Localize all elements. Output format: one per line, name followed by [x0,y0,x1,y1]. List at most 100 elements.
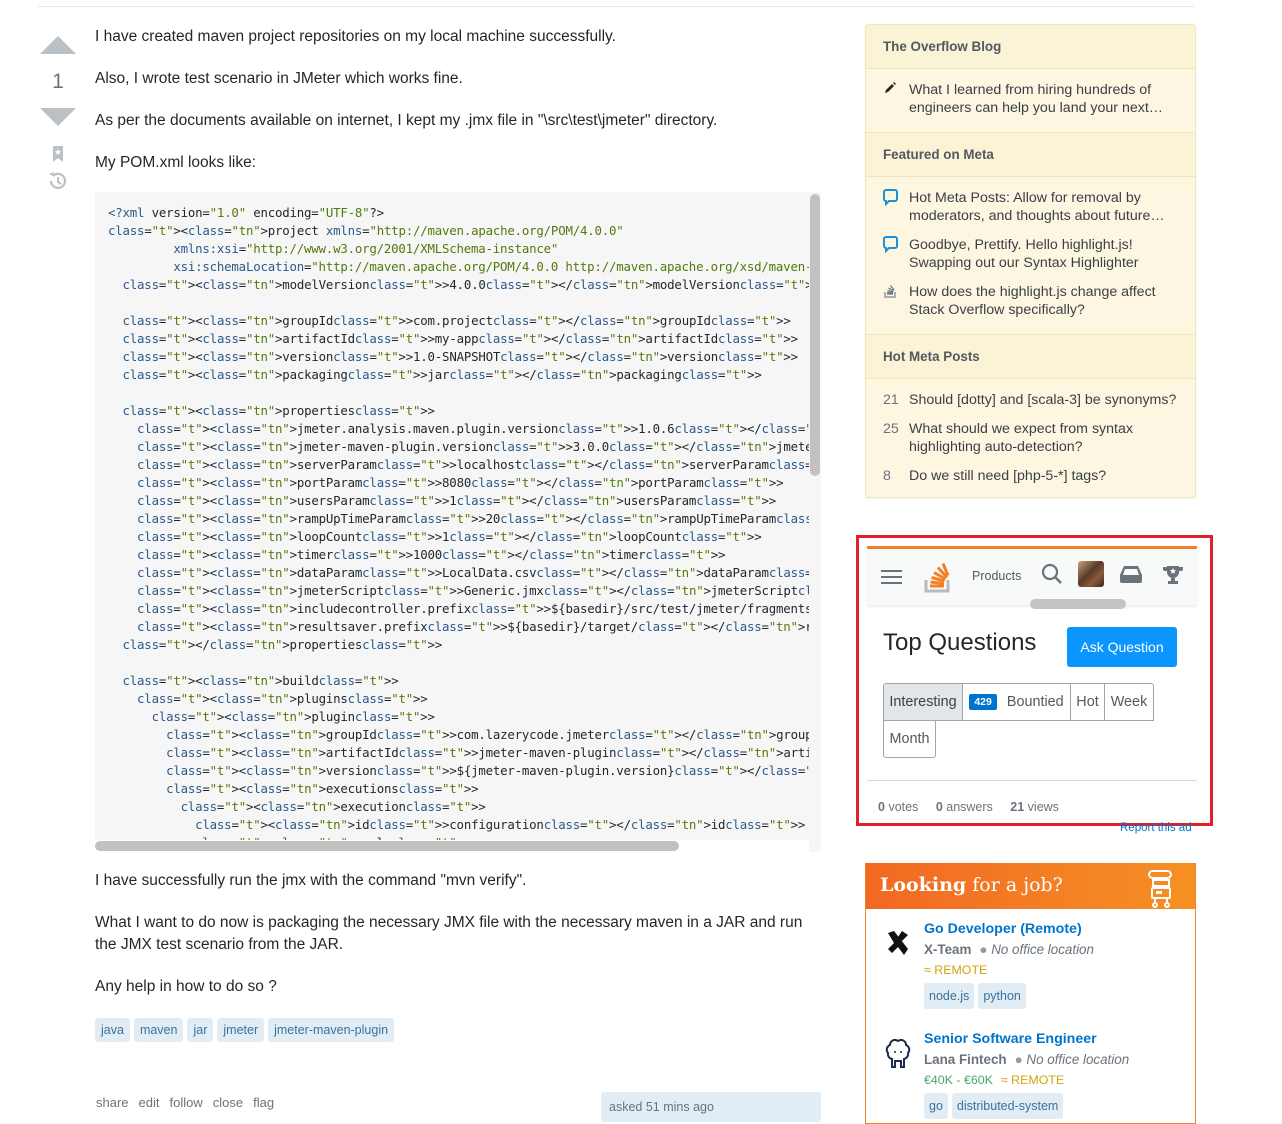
tab-interesting[interactable]: Interesting [883,683,963,721]
report-ad-link[interactable]: Report this ad [1120,822,1192,834]
tag[interactable]: jmeter [217,1018,265,1042]
scrollbar-thumb[interactable] [95,841,679,851]
robot-icon [1141,868,1181,908]
sidebar-item-link[interactable]: What should we expect from syntax highli… [909,420,1178,456]
downvote-button[interactable] [40,108,76,126]
tag[interactable]: maven [133,1018,184,1042]
bookmark-icon[interactable] [48,144,68,164]
paragraph: What I want to do now is packaging the n… [95,914,803,953]
tab-hot[interactable]: Hot [1070,683,1105,721]
tab-label: Interesting [889,694,957,710]
tag[interactable]: go [924,1093,948,1119]
sidebar-item[interactable]: Goodbye, Prettify. Hello highlight.js! S… [883,236,1178,272]
sidebar-item-link[interactable]: Goodbye, Prettify. Hello highlight.js! S… [909,236,1178,272]
sidebar-item[interactable]: 8 Do we still need [php-5-*] tags? [883,467,1178,485]
upvote-button[interactable] [40,36,76,54]
tag[interactable]: jar [187,1018,214,1042]
scrollbar-thumb[interactable] [810,194,820,476]
code-horizontal-scrollbar[interactable] [95,840,809,852]
sidebar-widget: The Overflow Blog What I learned from hi… [865,24,1196,498]
hamburger-menu-icon[interactable] [881,570,902,584]
tag[interactable]: python [978,983,1026,1009]
tab-label: Bountied [1006,694,1064,710]
vote-cell: 1 [38,30,78,192]
sidebar-item[interactable]: What I learned from hiring hundreds of e… [883,81,1178,117]
bounty-count-badge: 429 [969,694,997,710]
ask-question-button[interactable]: Ask Question [1067,627,1177,667]
location-pin-icon: ● [979,942,988,957]
code-content: <?xml version="1.0" encoding="UTF-8"?> c… [108,205,820,844]
tab-month[interactable]: Month [883,720,936,758]
paragraph: I have successfully run the jmx with the… [95,872,527,889]
tab-bountied[interactable]: 429 Bountied [962,683,1071,721]
job-salary-remote: €40K - €60K ≈ REMOTE [924,1073,1065,1087]
sidebar-item-link[interactable]: How does the highlight.js change affect … [909,283,1178,319]
sidebar-list: Hot Meta Posts: Allow for removal by mod… [866,177,1195,334]
question-stats: 0 votes 0 answers 21 views [878,800,1073,814]
sidebar-section-title: The Overflow Blog [866,25,1195,69]
sidebar-item-link[interactable]: What I learned from hiring hundreds of e… [909,81,1178,117]
job-tags: node.js python [924,983,1026,1009]
products-link[interactable]: Products [972,569,1021,583]
jobs-title: Looking for a job? [880,874,1063,896]
tag[interactable]: java [95,1018,130,1042]
sidebar-section-title: Hot Meta Posts [866,334,1195,379]
post-score: 25 [883,421,899,437]
job-company: Lana Fintech ● No office location [924,1052,1130,1067]
achievements-trophy-icon[interactable] [1162,564,1184,586]
post-score: 21 [883,392,899,408]
close-link[interactable]: close [213,1095,243,1110]
search-icon[interactable] [1041,563,1063,585]
stackoverflow-logo-icon[interactable] [924,561,954,593]
job-remote: ≈ REMOTE [924,963,988,977]
paragraph: My POM.xml looks like: [95,154,257,171]
tab-label: Hot [1076,694,1099,710]
history-icon[interactable] [47,170,69,192]
jobs-widget: Looking for a job? Go Developer (Remote)… [865,863,1196,1124]
meta-chat-icon [883,236,909,272]
sidebar-item-link[interactable]: Hot Meta Posts: Allow for removal by mod… [909,189,1178,225]
wifi-icon: ≈ [924,963,931,977]
post-score: 8 [883,468,891,484]
top-questions-title: Top Questions [883,629,1037,656]
job-title-link[interactable]: Senior Software Engineer [924,1031,1097,1047]
tag[interactable]: distributed-system [951,1093,1064,1119]
question-body: I have created maven project repositorie… [95,24,821,1042]
tab-label: Month [889,731,930,747]
horizontal-scrollbar[interactable] [1030,599,1126,609]
sidebar-list: 21 Should [dotty] and [scala-3] be synon… [866,379,1195,485]
answers-stat: 0 answers [935,800,993,814]
paragraph: Any help in how to do so ? [95,978,277,995]
sidebar-item[interactable]: How does the highlight.js change affect … [883,283,1178,319]
job-tags: go distributed-system [924,1093,1064,1119]
tab-label: Week [1110,694,1148,710]
sidebar-item[interactable]: 21 Should [dotty] and [scala-3] be synon… [883,391,1178,409]
post-menu: share edit follow close flag [96,1095,274,1110]
tag[interactable]: jmeter-maven-plugin [268,1018,395,1042]
code-vertical-scrollbar[interactable] [809,192,821,832]
follow-link[interactable]: follow [170,1095,203,1110]
job-title-link[interactable]: Go Developer (Remote) [924,921,1082,937]
edit-link[interactable]: edit [139,1095,160,1110]
job-company: X-Team ● No office location [924,942,1094,957]
lana-sheep-logo-icon [880,1035,916,1071]
inbox-icon[interactable] [1119,564,1143,584]
sidebar-item-link[interactable]: Should [dotty] and [scala-3] be synonyms… [909,391,1176,409]
tag[interactable]: node.js [924,983,975,1009]
ad-frame[interactable]: Products Top Questions Ask Question Inte… [856,535,1213,826]
sidebar-item[interactable]: 25 What should we expect from syntax hig… [883,420,1178,456]
x-team-logo-icon [880,925,916,961]
tag-list: java maven jar jmeter jmeter-maven-plugi… [95,1018,821,1042]
share-link[interactable]: share [96,1095,129,1110]
avatar[interactable] [1078,561,1104,587]
flag-link[interactable]: flag [253,1095,274,1110]
sidebar-item-link[interactable]: Do we still need [php-5-*] tags? [909,467,1106,485]
sidebar-list: What I learned from hiring hundreds of e… [866,69,1195,132]
paragraph: Also, I wrote test scenario in JMeter wh… [95,70,463,87]
mini-topbar: Products [867,546,1197,609]
sidebar-section-title: Featured on Meta [866,132,1195,177]
tab-week[interactable]: Week [1104,683,1154,721]
asked-info: asked 51 mins ago [601,1092,821,1122]
paragraph: I have created maven project repositorie… [95,28,616,45]
sidebar-item[interactable]: Hot Meta Posts: Allow for removal by mod… [883,189,1178,225]
